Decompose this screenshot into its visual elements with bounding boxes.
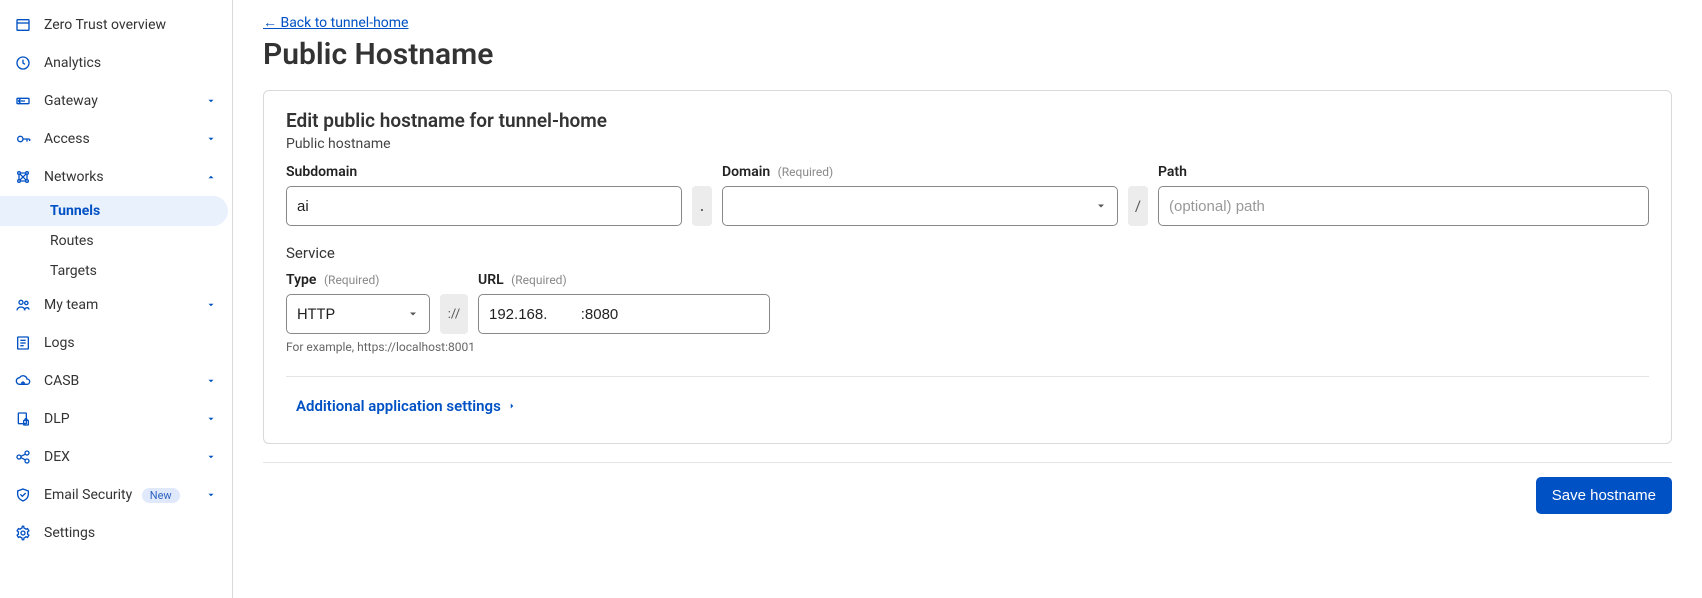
chevron-down-icon	[204, 94, 218, 108]
sidebar-item-label: Gateway	[44, 93, 204, 109]
hostname-row: Subdomain . Domain (Required) / Path	[286, 164, 1649, 226]
dlp-icon	[14, 410, 32, 428]
domain-field: Domain (Required)	[722, 164, 1118, 226]
service-help-text: For example, https://localhost:8001	[286, 340, 1649, 354]
panel-subtitle: Public hostname	[286, 136, 1649, 152]
sidebar-item-casb[interactable]: CASB	[0, 362, 232, 400]
sidebar-item-analytics[interactable]: Analytics	[0, 44, 232, 82]
sidebar-item-gateway[interactable]: Gateway	[0, 82, 232, 120]
panel-divider	[286, 376, 1649, 377]
window-icon	[14, 16, 32, 34]
scheme-separator: ://	[440, 294, 468, 334]
path-input[interactable]	[1158, 186, 1649, 226]
sidebar: Zero Trust overview Analytics Gateway Ac…	[0, 0, 233, 598]
sidebar-item-networks[interactable]: Networks	[0, 158, 232, 196]
team-icon	[14, 296, 32, 314]
sidebar-item-logs[interactable]: Logs	[0, 324, 232, 362]
domain-select[interactable]	[722, 186, 1118, 226]
path-label: Path	[1158, 164, 1649, 180]
chevron-up-icon	[204, 170, 218, 184]
sidebar-item-label: Networks	[44, 169, 204, 185]
sidebar-item-dlp[interactable]: DLP	[0, 400, 232, 438]
chevron-down-icon	[204, 132, 218, 146]
logs-icon	[14, 334, 32, 352]
sidebar-item-label: My team	[44, 297, 204, 313]
gear-icon	[14, 524, 32, 542]
service-row: Type (Required) HTTP :// URL (Required)	[286, 272, 1649, 334]
email-icon	[14, 486, 32, 504]
chevron-down-icon	[204, 298, 218, 312]
sidebar-item-myteam[interactable]: My team	[0, 286, 232, 324]
sidebar-item-targets[interactable]: Targets	[0, 256, 232, 286]
sidebar-item-email-security[interactable]: Email Security New	[0, 476, 232, 514]
sidebar-item-dex[interactable]: DEX	[0, 438, 232, 476]
chevron-down-icon	[407, 308, 419, 320]
dex-icon	[14, 448, 32, 466]
networks-icon	[14, 168, 32, 186]
footer-divider	[263, 462, 1672, 463]
sidebar-item-settings[interactable]: Settings	[0, 514, 232, 552]
sidebar-item-label: DLP	[44, 411, 204, 427]
path-field: Path	[1158, 164, 1649, 226]
clock-icon	[14, 54, 32, 72]
chevron-down-icon	[204, 488, 218, 502]
expander-label: Additional application settings	[296, 397, 501, 415]
chevron-down-icon	[204, 374, 218, 388]
additional-settings-toggle[interactable]: Additional application settings	[296, 397, 517, 415]
sidebar-item-tunnels[interactable]: Tunnels	[0, 196, 228, 226]
sidebar-item-label: Targets	[50, 263, 97, 279]
panel-title: Edit public hostname for tunnel-home	[286, 109, 1649, 132]
service-heading: Service	[286, 244, 1649, 262]
sidebar-item-label: DEX	[44, 449, 204, 465]
new-badge: New	[142, 488, 180, 503]
back-link[interactable]: ← Back to tunnel-home	[263, 14, 408, 31]
sidebar-item-access[interactable]: Access	[0, 120, 232, 158]
subdomain-field: Subdomain	[286, 164, 682, 226]
type-select[interactable]: HTTP	[286, 294, 430, 334]
access-icon	[14, 130, 32, 148]
type-label: Type (Required)	[286, 272, 430, 288]
subdomain-input[interactable]	[286, 186, 682, 226]
slash-separator: /	[1128, 186, 1148, 226]
main-content: ← Back to tunnel-home Public Hostname Ed…	[233, 0, 1702, 598]
type-value: HTTP	[297, 305, 407, 323]
service-section: Service Type (Required) HTTP ://	[286, 244, 1649, 354]
sidebar-item-routes[interactable]: Routes	[0, 226, 232, 256]
sidebar-item-label: Analytics	[44, 55, 218, 71]
chevron-down-icon	[204, 412, 218, 426]
sidebar-item-label: Tunnels	[50, 203, 100, 219]
save-hostname-button[interactable]: Save hostname	[1536, 477, 1672, 514]
sidebar-item-label: Settings	[44, 525, 218, 541]
domain-label: Domain (Required)	[722, 164, 1118, 180]
dot-separator: .	[692, 186, 712, 226]
casb-icon	[14, 372, 32, 390]
page-title: Public Hostname	[263, 37, 1672, 72]
edit-hostname-panel: Edit public hostname for tunnel-home Pub…	[263, 90, 1672, 444]
sidebar-item-label: Logs	[44, 335, 218, 351]
url-field: URL (Required)	[478, 272, 770, 334]
sidebar-item-overview[interactable]: Zero Trust overview	[0, 6, 232, 44]
sidebar-item-label: Access	[44, 131, 204, 147]
gateway-icon	[14, 92, 32, 110]
url-input[interactable]	[478, 294, 770, 334]
type-field: Type (Required) HTTP	[286, 272, 430, 334]
sidebar-item-label: CASB	[44, 373, 204, 389]
chevron-down-icon	[204, 450, 218, 464]
sidebar-item-label: Routes	[50, 233, 94, 249]
subdomain-label: Subdomain	[286, 164, 682, 180]
chevron-right-icon	[507, 401, 517, 411]
url-label: URL (Required)	[478, 272, 770, 288]
sidebar-item-label: Email Security New	[44, 487, 204, 503]
back-link-text: ← Back to tunnel-home	[263, 14, 408, 31]
sidebar-item-label: Zero Trust overview	[44, 17, 218, 33]
footer-actions: Save hostname	[263, 477, 1672, 514]
chevron-down-icon	[1095, 200, 1107, 212]
